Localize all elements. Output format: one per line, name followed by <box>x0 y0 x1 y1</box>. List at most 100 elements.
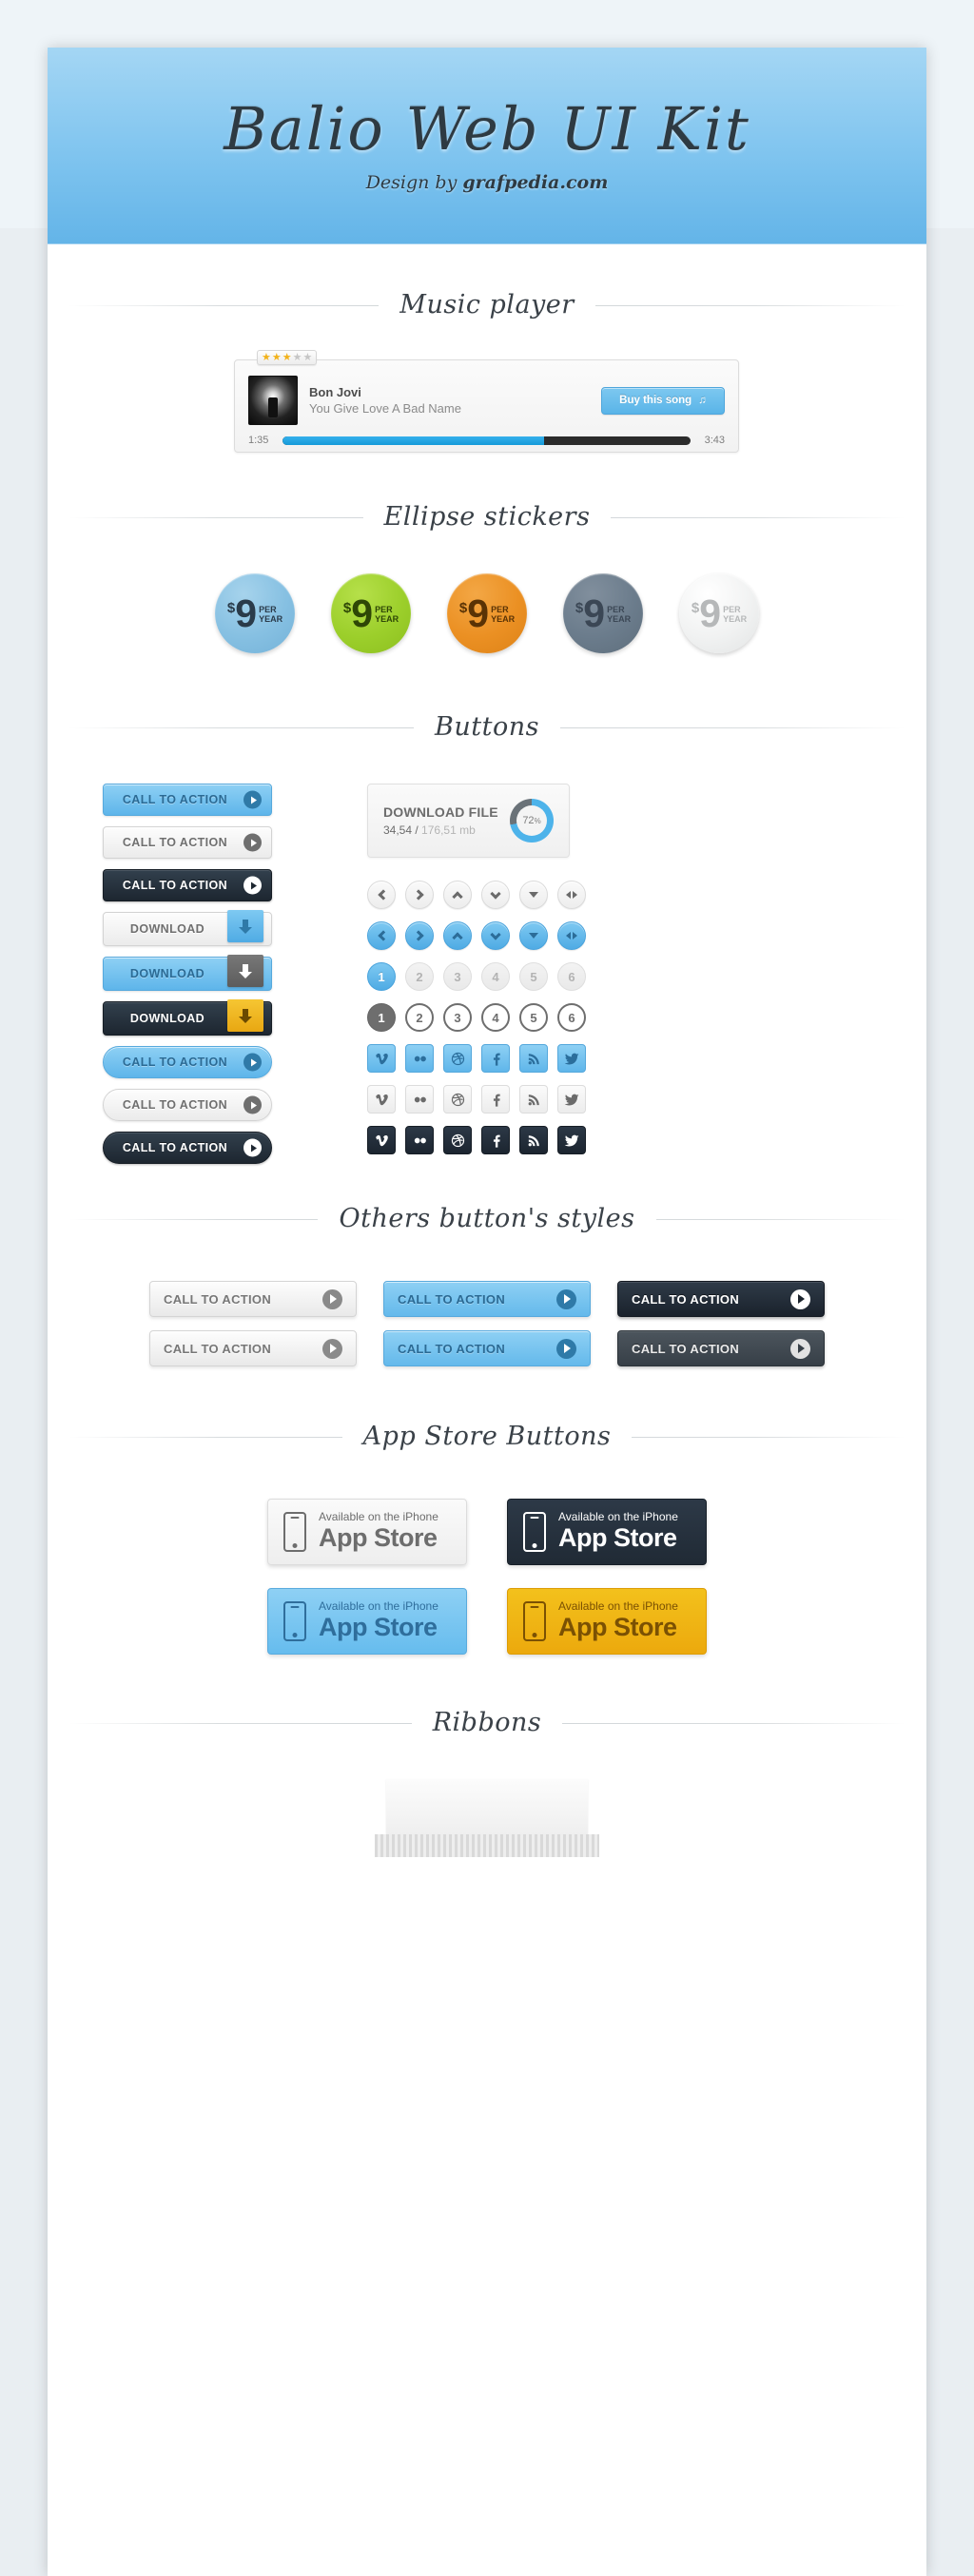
flickr-icon[interactable] <box>405 1126 434 1154</box>
app-store-button-light[interactable]: Available on the iPhone App Store <box>267 1499 467 1565</box>
sticker-currency: $ <box>342 600 352 616</box>
page-button-6[interactable]: 6 <box>557 1003 586 1032</box>
app-store-button-blue[interactable]: Available on the iPhone App Store <box>267 1588 467 1655</box>
download-button-blue[interactable]: DOWNLOAD <box>103 955 272 991</box>
rating-stars[interactable]: ★ ★ ★ ★ ★ <box>257 350 318 365</box>
page-button-1[interactable]: 1 <box>367 1003 396 1032</box>
app-store-button-gold[interactable]: Available on the iPhone App Store <box>507 1588 707 1655</box>
rss-icon[interactable] <box>519 1085 548 1114</box>
heading-label: Music player <box>379 290 595 320</box>
chevron-right-icon[interactable] <box>405 921 434 950</box>
chevron-down-icon[interactable] <box>481 881 510 909</box>
price-sticker[interactable]: $ 9 PER YEAR <box>447 573 527 653</box>
call-to-action-button-blue[interactable]: CALL TO ACTION <box>383 1281 591 1317</box>
star-icon-3[interactable]: ★ <box>282 353 292 363</box>
download-arrow-icon[interactable] <box>227 999 263 1032</box>
vimeo-icon[interactable] <box>367 1044 396 1073</box>
triangle-down-icon[interactable] <box>519 881 548 909</box>
chevron-down-icon[interactable] <box>481 921 510 950</box>
chevron-right-icon[interactable] <box>405 881 434 909</box>
page-button-5[interactable]: 5 <box>519 1003 548 1032</box>
call-to-action-button-blue[interactable]: CALL TO ACTION <box>103 784 272 816</box>
dribbble-icon[interactable] <box>443 1044 472 1073</box>
call-to-action-button-light[interactable]: CALL TO ACTION <box>149 1281 357 1317</box>
page-button-6[interactable]: 6 <box>557 962 586 991</box>
chevron-left-icon[interactable] <box>367 921 396 950</box>
vimeo-icon[interactable] <box>367 1126 396 1154</box>
call-to-action-pill-grey[interactable]: CALL TO ACTION <box>103 1089 272 1121</box>
download-button-light[interactable]: DOWNLOAD <box>103 910 272 946</box>
star-icon-4[interactable]: ★ <box>293 353 302 363</box>
buy-this-song-button[interactable]: Buy this song ♫ <box>601 386 725 415</box>
left-right-arrows-icon[interactable] <box>557 881 586 909</box>
call-to-action-pill-dark[interactable]: CALL TO ACTION <box>103 1132 272 1164</box>
chevron-up-icon[interactable] <box>443 921 472 950</box>
page-banner: Balio Web UI Kit Design by grafpedia.com <box>48 48 926 244</box>
call-to-action-button-light[interactable]: CALL TO ACTION <box>149 1330 357 1366</box>
facebook-icon[interactable] <box>481 1044 510 1073</box>
call-to-action-button-black[interactable]: CALL TO ACTION <box>617 1281 825 1317</box>
download-file-text: DOWNLOAD FILE 34,54 / 176,51 mb <box>383 804 510 837</box>
call-to-action-button-blue[interactable]: CALL TO ACTION <box>383 1330 591 1366</box>
price-sticker[interactable]: $ 9 PER YEAR <box>215 573 295 653</box>
page-button-3[interactable]: 3 <box>443 962 472 991</box>
song-title: You Give Love A Bad Name <box>309 400 461 416</box>
heading-label: Ribbons <box>411 1708 563 1737</box>
buttons-left-column: CALL TO ACTION CALL TO ACTION CALL TO AC… <box>103 784 293 1174</box>
page-button-2[interactable]: 2 <box>405 962 434 991</box>
star-icon-5[interactable]: ★ <box>303 353 313 363</box>
app-store-tagline: Available on the iPhone <box>319 1599 438 1614</box>
button-label: CALL TO ACTION <box>398 1291 506 1307</box>
arrow-button-row-blue <box>367 921 691 950</box>
rss-icon[interactable] <box>519 1044 548 1073</box>
play-icon <box>322 1338 342 1359</box>
progress-track[interactable] <box>282 436 691 445</box>
facebook-icon[interactable] <box>481 1085 510 1114</box>
chevron-left-icon[interactable] <box>367 881 396 909</box>
price-sticker[interactable]: $ 9 PER YEAR <box>563 573 643 653</box>
button-label: CALL TO ACTION <box>122 879 228 892</box>
twitter-icon[interactable] <box>557 1085 586 1114</box>
others-column-2: CALL TO ACTION CALL TO ACTION <box>383 1281 591 1366</box>
download-button-dark[interactable]: DOWNLOAD <box>103 999 272 1036</box>
page-title: Balio Web UI Kit <box>224 93 750 164</box>
download-arrow-icon[interactable] <box>227 955 263 987</box>
twitter-icon[interactable] <box>557 1126 586 1154</box>
page-button-5[interactable]: 5 <box>519 962 548 991</box>
button-label: CALL TO ACTION <box>122 1098 228 1112</box>
call-to-action-button-dark-grey[interactable]: CALL TO ACTION <box>617 1330 825 1366</box>
call-to-action-pill-blue[interactable]: CALL TO ACTION <box>103 1046 272 1078</box>
button-label: CALL TO ACTION <box>164 1341 272 1356</box>
download-file-title: DOWNLOAD FILE <box>383 804 498 820</box>
rss-icon[interactable] <box>519 1126 548 1154</box>
triangle-down-icon[interactable] <box>519 921 548 950</box>
page-button-4[interactable]: 4 <box>481 962 510 991</box>
left-right-arrows-icon[interactable] <box>557 921 586 950</box>
price-sticker[interactable]: $ 9 PER YEAR <box>331 573 411 653</box>
call-to-action-button-dark[interactable]: CALL TO ACTION <box>103 869 272 901</box>
chevron-up-icon[interactable] <box>443 881 472 909</box>
progress-percent-suffix: % <box>534 816 541 825</box>
page-button-2[interactable]: 2 <box>405 1003 434 1032</box>
flickr-icon[interactable] <box>405 1044 434 1073</box>
star-icon-1[interactable]: ★ <box>262 353 271 363</box>
dribbble-icon[interactable] <box>443 1126 472 1154</box>
sticker-currency: $ <box>226 600 236 616</box>
flickr-icon[interactable] <box>405 1085 434 1114</box>
vimeo-icon[interactable] <box>367 1085 396 1114</box>
twitter-icon[interactable] <box>557 1044 586 1073</box>
download-file-size: 34,54 / 176,51 mb <box>383 823 510 837</box>
playback-bar: 1:35 3:43 <box>235 425 738 446</box>
app-store-button-dark[interactable]: Available on the iPhone App Store <box>507 1499 707 1565</box>
price-sticker[interactable]: $ 9 PER YEAR <box>679 573 759 653</box>
dribbble-icon[interactable] <box>443 1085 472 1114</box>
star-icon-2[interactable]: ★ <box>272 353 282 363</box>
download-arrow-icon[interactable] <box>227 910 263 942</box>
page-button-4[interactable]: 4 <box>481 1003 510 1032</box>
facebook-icon[interactable] <box>481 1126 510 1154</box>
page-button-3[interactable]: 3 <box>443 1003 472 1032</box>
call-to-action-button-grey[interactable]: CALL TO ACTION <box>103 826 272 859</box>
section-heading-others-button-styles: Others button's styles <box>68 1204 906 1233</box>
page-button-1[interactable]: 1 <box>367 962 396 991</box>
app-store-text: Available on the iPhone App Store <box>319 1599 438 1642</box>
